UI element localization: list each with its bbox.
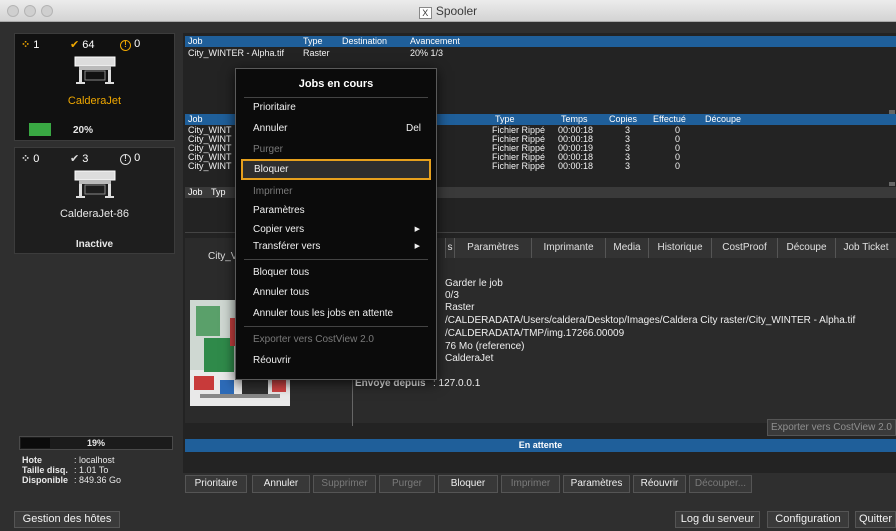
checkmark-icon: ✔ <box>70 153 80 165</box>
manage-hosts-button[interactable]: Gestion des hôtes <box>14 511 120 528</box>
printer-card-calderajet[interactable]: ⁘ 1 ✔ 64 ! 0 CalderaJet 20% <box>14 33 175 141</box>
menu-item-parametres[interactable]: Paramètres <box>253 203 426 219</box>
menu-item-purger[interactable]: Purger <box>253 142 426 158</box>
x11-icon: X <box>418 7 432 19</box>
printer-stats: ⁘ 1 ✔ 64 ! 0 <box>21 38 141 51</box>
jobs-queue-icon: ⁘ <box>21 39 31 51</box>
tab-truncated[interactable]: s <box>445 238 454 258</box>
quit-button[interactable]: Quitter <box>855 511 896 528</box>
warning-icon: ! <box>120 40 131 51</box>
detail-value: 0/3 <box>445 290 459 301</box>
printer-stats: ⁘ 0 ✔ 3 ! 0 <box>21 152 141 165</box>
menu-item-prioritaire[interactable]: Prioritaire <box>253 100 426 116</box>
warning-icon: ! <box>120 154 131 165</box>
printer-name: CalderaJet <box>67 95 122 107</box>
printer-status: Inactive <box>75 239 114 250</box>
imprimer-button[interactable]: Imprimer <box>501 475 560 493</box>
detail-value: 76 Mo (reference) <box>445 341 525 352</box>
annuler-button[interactable]: Annuler <box>252 475 310 493</box>
checkmark-icon: ✔ <box>70 39 80 51</box>
submenu-arrow-icon: ▶ <box>414 226 420 233</box>
active-jobs-header: Job Type Destination Avancement <box>185 36 896 47</box>
context-menu-title: Jobs en cours <box>298 78 374 90</box>
decouper-button[interactable]: Découper... <box>689 475 752 493</box>
reouvrir-button[interactable]: Réouvrir <box>633 475 686 493</box>
wide-format-printer-icon <box>74 170 116 198</box>
prioritaire-button[interactable]: Prioritaire <box>185 475 247 493</box>
detail-value: /CALDERADATA/Users/caldera/Desktop/Image… <box>445 315 856 326</box>
export-costview-button[interactable]: Exporter vers CostView 2.0 <box>767 419 896 436</box>
host-info: Hote: localhost Taille disq.: 1.01 To Di… <box>22 455 122 485</box>
window-title: X Spooler <box>0 4 896 19</box>
splitter-handle[interactable] <box>889 182 895 186</box>
detail-value: CalderaJet <box>445 353 494 364</box>
detail-value: Garder le job <box>445 278 503 289</box>
shortcut-label: Del <box>405 123 421 134</box>
jobs-queue-icon: ⁘ <box>21 153 31 165</box>
sent-from-value: : 127.0.0.1 <box>433 378 481 389</box>
menu-item-annuler[interactable]: Annuler Del <box>253 121 426 137</box>
configuration-button[interactable]: Configuration <box>767 511 849 528</box>
tab-parametres[interactable]: Paramètres <box>454 238 531 258</box>
tab-job-ticket[interactable]: Job Ticket <box>835 238 896 258</box>
purger-button[interactable]: Purger <box>379 475 435 493</box>
menu-item-annuler-tous[interactable]: Annuler tous <box>253 285 426 301</box>
printer-progress-label: 20% <box>73 125 94 136</box>
tab-imprimante[interactable]: Imprimante <box>531 238 605 258</box>
window-title-bar: X Spooler <box>0 0 896 22</box>
printer-progress-bar <box>29 123 51 136</box>
queue-status-bar: En attente <box>185 439 896 452</box>
job-name: City_V <box>208 251 238 262</box>
menu-item-reouvrir[interactable]: Réouvrir <box>253 353 426 369</box>
menu-item-annuler-tous-en-attente[interactable]: Annuler tous les jobs en attente <box>253 306 426 322</box>
bloquer-button[interactable]: Bloquer <box>438 475 498 493</box>
menu-item-exporter-costview[interactable]: Exporter vers CostView 2.0 <box>253 332 426 348</box>
tab-costproof[interactable]: CostProof <box>711 238 777 258</box>
details-tabs: s Paramètres Imprimante Media Historique… <box>445 238 896 258</box>
tab-historique[interactable]: Historique <box>648 238 711 258</box>
menu-item-bloquer[interactable]: Bloquer <box>241 159 431 180</box>
menu-item-bloquer-tous[interactable]: Bloquer tous <box>253 265 426 281</box>
server-log-button[interactable]: Log du serveur <box>675 511 760 528</box>
menu-item-transferer-vers[interactable]: Transférer vers ▶ <box>253 239 426 255</box>
menu-item-imprimer[interactable]: Imprimer <box>253 184 426 200</box>
table-row[interactable]: City_WINTER - Alpha.tif Raster 20% 1/3 <box>185 49 896 58</box>
supprimer-button[interactable]: Supprimer <box>313 475 376 493</box>
printer-card-calderajet-86[interactable]: ⁘ 0 ✔ 3 ! 0 CalderaJet-86 Inactive <box>14 147 175 254</box>
detail-value: Raster <box>445 302 475 313</box>
wide-format-printer-icon <box>74 56 116 84</box>
menu-item-copier-vers[interactable]: Copier vers ▶ <box>253 222 426 238</box>
detail-value: /CALDERADATA/TMP/img.17266.00009 <box>445 328 625 339</box>
disk-usage-bar: 19% <box>19 436 173 450</box>
tab-media[interactable]: Media <box>605 238 648 258</box>
printer-name: CalderaJet-86 <box>59 208 130 220</box>
job-action-buttons: Prioritaire Annuler Supprimer Purger Blo… <box>185 475 896 493</box>
parametres-button[interactable]: Paramètres <box>563 475 630 493</box>
submenu-arrow-icon: ▶ <box>414 243 420 250</box>
jobs-context-menu: Jobs en cours Prioritaire Annuler Del Pur… <box>235 68 437 380</box>
tab-decoupe[interactable]: Découpe <box>777 238 835 258</box>
